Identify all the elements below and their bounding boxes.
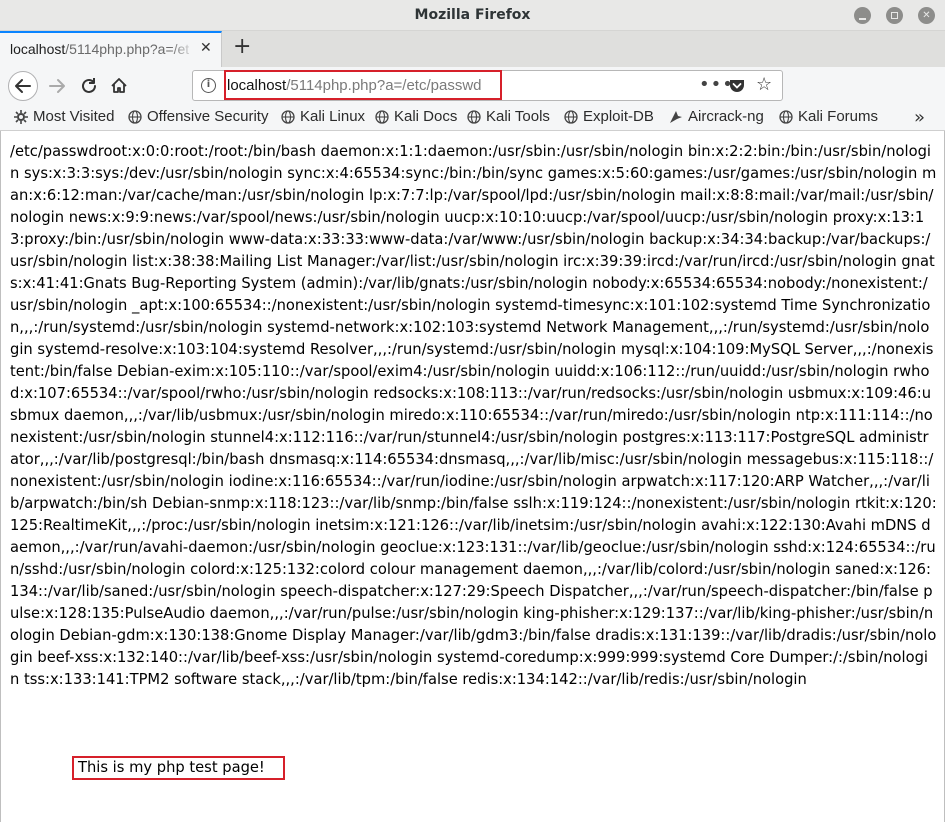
bookmark-kali-linux[interactable]: Kali Linux	[281, 108, 365, 125]
tab-active[interactable]: localhost/5114php.php?a=/et ✕	[0, 31, 222, 67]
window-titlebar: Mozilla Firefox ✕	[0, 0, 945, 31]
bookmark-aircrack-ng[interactable]: Aircrack-ng	[669, 108, 764, 125]
bookmark-label: Kali Docs	[394, 108, 458, 125]
bookmark-label: Kali Forums	[798, 108, 879, 125]
bookmarks-toolbar: Most Visited Offensive Security Kali Lin…	[0, 105, 945, 131]
url-highlight-box	[224, 70, 502, 100]
globe-icon	[375, 109, 389, 124]
close-tab-icon[interactable]: ✕	[200, 40, 212, 56]
bookmark-kali-tools[interactable]: Kali Tools	[467, 108, 550, 125]
pocket-icon[interactable]	[728, 77, 746, 99]
bookmark-exploit-db[interactable]: Exploit-DB	[564, 108, 654, 125]
tab-strip: localhost/5114php.php?a=/et ✕ +	[0, 31, 945, 67]
bookmark-kali-docs[interactable]: Kali Docs	[375, 108, 457, 125]
maximize-button[interactable]	[886, 7, 903, 24]
bookmark-star-icon[interactable]: ☆	[756, 74, 772, 95]
globe-icon	[128, 109, 142, 124]
window-title: Mozilla Firefox	[414, 7, 531, 23]
bookmark-most-visited[interactable]: Most Visited	[14, 108, 114, 125]
bookmark-label: Exploit-DB	[583, 108, 654, 125]
tab-label: localhost/5114php.php?a=/et	[10, 41, 193, 57]
page-content: /etc/passwdroot:x:0:0:root:/root:/bin/ba…	[0, 131, 945, 822]
passwd-output: /etc/passwdroot:x:0:0:root:/root:/bin/ba…	[10, 143, 937, 688]
tab-label-host: localhost	[10, 41, 66, 57]
site-info-icon[interactable]: i	[201, 78, 216, 93]
bookmark-offensive-security[interactable]: Offensive Security	[128, 108, 268, 125]
home-button[interactable]	[104, 71, 134, 101]
globe-icon	[779, 109, 793, 124]
test-message-box: This is my php test page!	[72, 756, 285, 780]
bookmark-label: Kali Linux	[300, 108, 366, 125]
bookmark-label: Aircrack-ng	[688, 108, 764, 125]
close-window-button[interactable]: ✕	[918, 7, 935, 24]
forward-arrow-icon	[49, 79, 65, 93]
home-icon	[111, 78, 127, 93]
new-tab-button[interactable]: +	[233, 34, 251, 59]
bookmark-kali-forums[interactable]: Kali Forums	[779, 108, 878, 125]
minimize-button[interactable]	[854, 7, 871, 24]
bookmark-label: Most Visited	[33, 108, 115, 125]
gear-icon	[14, 109, 28, 124]
bookmark-label: Kali Tools	[486, 108, 550, 125]
tab-label-fade	[170, 37, 196, 63]
test-message: This is my php test page!	[78, 759, 265, 776]
window-left-edge	[0, 131, 1, 822]
back-arrow-icon	[15, 79, 31, 93]
back-button[interactable]	[8, 71, 38, 101]
globe-icon	[281, 109, 295, 124]
aircrack-icon	[670, 110, 682, 123]
reload-icon	[82, 78, 96, 93]
globe-icon	[564, 109, 578, 124]
bookmarks-overflow-icon[interactable]: »	[914, 107, 925, 128]
forward-button[interactable]	[42, 71, 72, 101]
bookmark-label: Offensive Security	[147, 108, 269, 125]
globe-icon	[467, 109, 481, 124]
reload-button[interactable]	[74, 71, 104, 101]
